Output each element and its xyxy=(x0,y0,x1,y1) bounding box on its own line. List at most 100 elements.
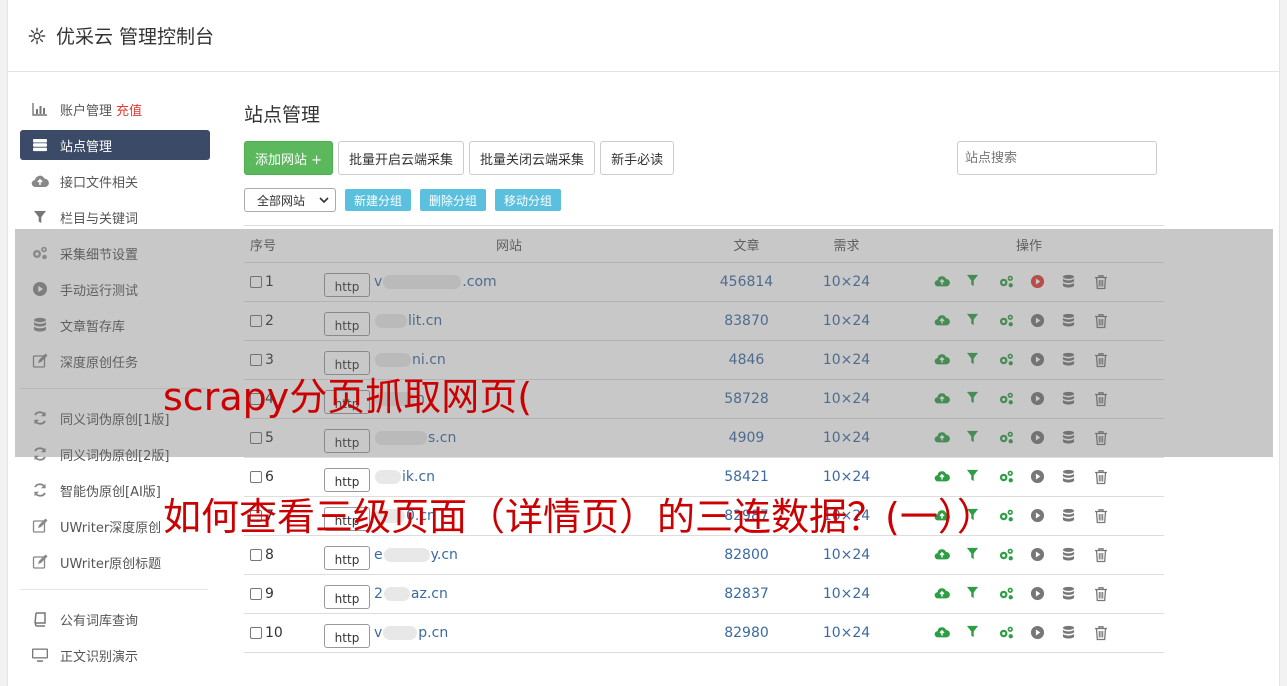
bar-chart-icon xyxy=(31,100,49,118)
play-icon[interactable] xyxy=(1030,508,1046,524)
scheme-badge: http xyxy=(324,624,370,648)
cloud-upload-icon[interactable] xyxy=(934,469,950,485)
database-icon[interactable] xyxy=(1062,508,1078,524)
filter-icon[interactable] xyxy=(966,469,982,485)
site-url-prefix: 2 xyxy=(374,586,383,602)
group-select-value: 全部网站 xyxy=(257,193,306,208)
row-checkbox[interactable] xyxy=(250,588,262,600)
site-link[interactable]: ik.cn xyxy=(374,469,435,485)
chevron-down-icon xyxy=(319,197,329,204)
sidebar-divider xyxy=(20,589,208,590)
seq-cell: 10 xyxy=(244,613,324,653)
site-url-suffix: az.cn xyxy=(410,586,448,602)
play-icon[interactable] xyxy=(1030,547,1046,563)
database-icon[interactable] xyxy=(1062,547,1078,563)
trash-icon[interactable] xyxy=(1094,508,1110,524)
articles-count[interactable]: 82800 xyxy=(694,535,799,575)
site-cell: http e y.cn xyxy=(324,535,694,575)
database-icon[interactable] xyxy=(1062,625,1078,641)
sidebar-item[interactable]: 公有词库查询 xyxy=(20,604,210,634)
sidebar-item-label: 公有词库查询 xyxy=(60,613,139,629)
redacted-mask xyxy=(383,626,418,640)
new-group-button[interactable]: 新建分组 xyxy=(345,189,412,211)
trash-icon[interactable] xyxy=(1094,469,1110,485)
site-url-suffix: y.cn xyxy=(430,547,458,563)
site-search-input[interactable] xyxy=(957,141,1157,175)
sidebar-item-label: 接口文件相关 xyxy=(60,175,139,191)
recharge-link[interactable]: 充值 xyxy=(116,100,142,119)
play-icon[interactable] xyxy=(1030,586,1046,602)
redacted-mask xyxy=(383,548,430,562)
edit-icon xyxy=(31,553,49,571)
articles-count[interactable]: 82980 xyxy=(694,613,799,653)
sidebar-item[interactable]: 正文识别演示 xyxy=(20,640,210,670)
row-checkbox[interactable] xyxy=(250,627,262,639)
toolbar: 添加网站 + 批量开启云端采集 批量关闭云端采集 新手必读 xyxy=(244,141,1164,175)
row-seq: 6 xyxy=(265,469,274,485)
database-icon[interactable] xyxy=(1062,586,1078,602)
batch-close-cloud-button[interactable]: 批量关闭云端采集 xyxy=(469,141,596,175)
sidebar-item-label: 栏目与关键词 xyxy=(60,211,139,227)
play-icon[interactable] xyxy=(1030,469,1046,485)
site-link[interactable]: 2 az.cn xyxy=(374,586,448,602)
trash-icon[interactable] xyxy=(1094,625,1110,641)
filter-icon[interactable] xyxy=(966,547,982,563)
trash-icon[interactable] xyxy=(1094,586,1110,602)
demand-value[interactable]: 10×24 xyxy=(799,535,894,575)
site-url-suffix: p.cn xyxy=(418,625,449,641)
caption-line-2: 如何查看三级页面（详情页）的三连数据？(一）） xyxy=(163,495,995,539)
demand-value[interactable]: 10×24 xyxy=(799,613,894,653)
filter-icon[interactable] xyxy=(966,586,982,602)
cogs-icon[interactable] xyxy=(998,508,1014,524)
trash-icon[interactable] xyxy=(1094,547,1110,563)
delete-group-button[interactable]: 删除分组 xyxy=(420,189,487,211)
sidebar-item[interactable]: 站点管理 xyxy=(20,130,210,160)
group-bar: 全部网站 新建分组 删除分组 移动分组 xyxy=(244,188,1164,212)
table-row: 9 http 2 az.cn 82837 10×24 xyxy=(244,574,1164,614)
row-checkbox[interactable] xyxy=(250,471,262,483)
ops-cell xyxy=(894,574,1164,614)
cloud-upload-icon[interactable] xyxy=(934,547,950,563)
site-url-prefix: e xyxy=(374,547,383,563)
sidebar-item[interactable]: 账户管理 充值 xyxy=(20,94,210,124)
cogs-icon[interactable] xyxy=(998,625,1014,641)
move-group-button[interactable]: 移动分组 xyxy=(495,189,562,211)
sidebar-item-label: UWriter原创标题 xyxy=(60,556,162,572)
sidebar-item-label: 智能伪原创[AI版] xyxy=(60,484,161,500)
row-checkbox[interactable] xyxy=(250,549,262,561)
demand-value[interactable]: 10×24 xyxy=(799,574,894,614)
caption-overlay xyxy=(15,229,1273,457)
filter-icon[interactable] xyxy=(966,625,982,641)
group-select[interactable]: 全部网站 xyxy=(244,188,336,212)
site-link[interactable]: e y.cn xyxy=(374,547,458,563)
cogs-icon[interactable] xyxy=(998,547,1014,563)
guide-button[interactable]: 新手必读 xyxy=(600,141,675,175)
redacted-mask xyxy=(383,587,410,601)
database-icon[interactable] xyxy=(1062,469,1078,485)
sidebar-item-label: 正文识别演示 xyxy=(60,649,139,665)
seq-cell: 8 xyxy=(244,535,324,575)
sidebar-item[interactable]: 接口文件相关 xyxy=(20,166,210,196)
table-row: 8 http e y.cn 82800 10×24 xyxy=(244,535,1164,575)
articles-count[interactable]: 82837 xyxy=(694,574,799,614)
play-icon[interactable] xyxy=(1030,625,1046,641)
ops-cell xyxy=(894,613,1164,653)
book-icon xyxy=(31,610,49,628)
scheme-badge: http xyxy=(324,546,370,570)
row-seq: 9 xyxy=(265,586,274,602)
cogs-icon[interactable] xyxy=(998,586,1014,602)
filter-icon xyxy=(31,208,49,226)
caption-line-1: scrapy分页抓取网页( xyxy=(163,375,533,419)
sidebar-item-label: 站点管理 xyxy=(60,139,113,155)
cogs-icon[interactable] xyxy=(998,469,1014,485)
cloud-upload-icon[interactable] xyxy=(934,625,950,641)
refresh-icon xyxy=(31,481,49,499)
batch-open-cloud-button[interactable]: 批量开启云端采集 xyxy=(338,141,465,175)
sidebar-item[interactable]: 栏目与关键词 xyxy=(20,202,210,232)
cloud-upload-icon[interactable] xyxy=(934,586,950,602)
monitor-icon xyxy=(31,646,49,664)
sidebar-item[interactable]: UWriter原创标题 xyxy=(20,547,210,577)
site-link[interactable]: v p.cn xyxy=(374,625,448,641)
add-site-button[interactable]: 添加网站 + xyxy=(244,141,334,175)
row-seq: 8 xyxy=(265,547,274,563)
